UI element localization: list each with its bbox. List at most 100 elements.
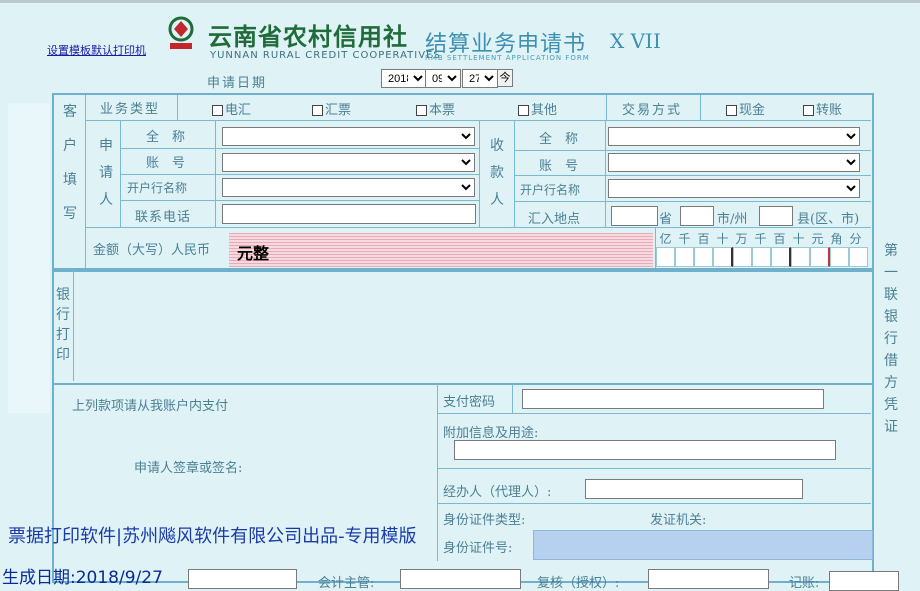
digit-head: 角 (830, 232, 843, 246)
option-wire[interactable]: 电汇 (212, 99, 251, 118)
pay-password-input[interactable] (522, 389, 824, 409)
year-select[interactable]: 2018 (381, 69, 427, 88)
additional-info-label: 附加信息及用途: (443, 426, 539, 441)
customer-fill-label: 客 户 填 写 (63, 104, 77, 222)
side-char: 借 (884, 353, 898, 369)
payee-name-select[interactable] (608, 127, 860, 146)
payee-account-select[interactable] (608, 153, 860, 172)
digit-box[interactable] (830, 247, 849, 267)
option-cash[interactable]: 现金 (726, 99, 765, 118)
bank-name-en: YUNNAN RURAL CREDIT COOPERATIVES (210, 50, 441, 61)
digit-head: 万 (735, 232, 748, 246)
option-draft[interactable]: 汇票 (312, 99, 351, 118)
pay-statement: 上列款项请从我账户内支付 (72, 399, 229, 414)
issuer-label: 发证机关: (650, 513, 707, 528)
business-type-label: 业务类型 (100, 102, 161, 117)
province-input[interactable] (611, 206, 658, 226)
amount-strip (229, 233, 653, 267)
bank-logo-icon (168, 16, 194, 49)
digit-head: 分 (849, 232, 862, 246)
applicant-name-select[interactable] (222, 127, 475, 146)
digit-box[interactable] (733, 247, 752, 267)
applicant-bank-select[interactable] (222, 178, 475, 197)
digit-box[interactable] (675, 247, 694, 267)
set-default-printer-link[interactable]: 设置模板默认打印机 (47, 42, 146, 58)
applicant-bank-label: 开户行名称 (127, 181, 188, 195)
option-transfer[interactable]: 转账 (803, 99, 842, 118)
digit-head: 十 (716, 232, 729, 246)
county-label: 县(区、市) (797, 212, 860, 227)
digit-head: 亿 (659, 232, 672, 246)
review-input[interactable] (648, 569, 769, 589)
applicant-phone-input[interactable] (222, 204, 476, 224)
digit-head: 百 (773, 232, 786, 246)
promissory-checkbox[interactable] (416, 105, 427, 116)
month-select[interactable]: 09 (425, 69, 461, 88)
digit-box[interactable] (713, 247, 733, 267)
digit-head: 元 (811, 232, 824, 246)
applicant-account-label: 账 号 (146, 156, 186, 171)
accountant-label: 会计主管: (318, 576, 375, 591)
digit-box[interactable] (771, 247, 791, 267)
amount-label: 金额（大写）人民币 (93, 243, 211, 258)
bank-print-frame (52, 268, 874, 385)
form-title-en: RMB SETTLEMENT APPLICATION FORM (425, 54, 590, 62)
apply-date-label: 申请日期 (207, 76, 268, 91)
pay-password-label: 支付密码 (443, 395, 496, 410)
id-number-label: 身份证件号: (443, 541, 513, 556)
amount-words-value[interactable]: 元整 (237, 240, 269, 264)
remit-place-label: 汇入地点 (528, 212, 581, 227)
bottom-field-1[interactable] (188, 569, 297, 589)
applicant-account-select[interactable] (222, 153, 475, 172)
agent-input[interactable] (585, 479, 803, 499)
side-char: 方 (884, 375, 898, 391)
copy-side-label: 第一联银行借方凭证 (883, 240, 899, 438)
digit-box[interactable] (656, 247, 675, 267)
city-input[interactable] (680, 206, 714, 226)
day-select[interactable]: 27 (462, 69, 498, 88)
software-footer: 票据打印软件|苏州飚风软件有限公司出品-专用模版 (8, 526, 417, 547)
digit-head: 百 (697, 232, 710, 246)
applicant-phone-label: 联系电话 (135, 210, 192, 225)
bookkeeping-input[interactable] (829, 571, 899, 591)
city-label: 市/州 (717, 212, 748, 227)
digit-box[interactable] (752, 247, 771, 267)
digit-head: 千 (754, 232, 767, 246)
other-checkbox[interactable] (518, 105, 529, 116)
payee-account-label: 账 号 (539, 159, 579, 174)
accountant-input[interactable] (400, 569, 521, 589)
digit-box[interactable] (849, 247, 868, 267)
option-promissory[interactable]: 本票 (416, 99, 455, 118)
signature-label: 申请人签章或签名: (134, 461, 243, 476)
digit-box[interactable] (810, 247, 830, 267)
bank-print-label: 银 行 打 印 (56, 287, 70, 363)
applicant-label: 申 请 人 (99, 138, 113, 208)
payee-label: 收 款 人 (490, 138, 504, 208)
id-type-label: 身份证件类型: (443, 513, 526, 528)
digit-box[interactable] (694, 247, 713, 267)
applicant-name-label: 全 称 (146, 130, 186, 145)
side-char: 一 (884, 265, 898, 281)
review-label: 复核（授权）: (537, 576, 620, 591)
top-border (0, 0, 920, 3)
today-button[interactable]: 今 (497, 69, 513, 87)
payee-bank-select[interactable] (608, 179, 860, 198)
digit-box[interactable] (791, 247, 810, 267)
digit-head: 千 (678, 232, 691, 246)
id-number-input[interactable] (533, 530, 873, 560)
transfer-checkbox[interactable] (803, 105, 814, 116)
cash-checkbox[interactable] (726, 105, 737, 116)
side-char: 证 (884, 419, 898, 435)
left-margin-patch (8, 103, 50, 413)
county-input[interactable] (759, 206, 793, 226)
generated-date: 生成日期:2018/9/27 (2, 568, 163, 588)
draft-checkbox[interactable] (312, 105, 323, 116)
additional-info-input[interactable] (454, 440, 836, 460)
option-other[interactable]: 其他 (518, 99, 557, 118)
side-char: 第 (884, 243, 898, 259)
province-label: 省 (659, 212, 673, 227)
amount-digit-boxes[interactable] (656, 247, 868, 267)
side-char: 联 (884, 287, 898, 303)
side-char: 凭 (884, 397, 898, 413)
wire-checkbox[interactable] (212, 105, 223, 116)
